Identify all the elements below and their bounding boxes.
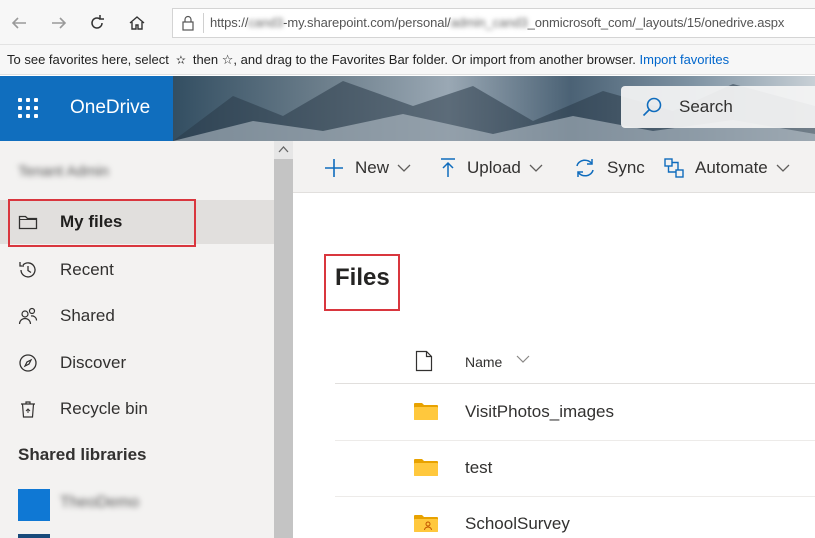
upload-icon [441, 158, 455, 177]
chevron-down-icon [529, 164, 543, 172]
chevron-down-icon [776, 164, 790, 172]
favorites-bar: To see favorites here, select ✫ then ☆, … [0, 45, 815, 75]
browser-toolbar: https://cand3-my.sharepoint.com/personal… [0, 0, 815, 45]
library-avatar[interactable] [18, 489, 50, 521]
sidebar-scrollbar[interactable] [274, 141, 293, 538]
brand-area: OneDrive [0, 76, 173, 141]
file-name[interactable]: test [465, 458, 492, 478]
search-icon [642, 97, 662, 117]
favorites-star-icon: ✫ [172, 53, 190, 67]
nav-item-label: Recycle bin [60, 399, 148, 418]
new-label: New [355, 158, 390, 177]
chevron-down-icon[interactable] [516, 355, 530, 364]
library-name[interactable]: TheoDemo [60, 494, 139, 512]
nav-item-label: Shared [60, 306, 115, 325]
file-row[interactable]: test [335, 441, 815, 497]
scroll-up-arrow-icon[interactable] [278, 145, 289, 153]
app-launcher-icon[interactable] [18, 98, 38, 118]
home-icon [129, 16, 145, 30]
file-name[interactable]: SchoolSurvey [465, 514, 570, 534]
tenant-name: Tenant Admin [18, 163, 109, 180]
sync-label: Sync [607, 158, 645, 177]
plus-icon [325, 159, 343, 177]
clock-history-icon [19, 262, 36, 278]
automate-button[interactable]: Automate [663, 155, 790, 181]
automate-icon [664, 158, 684, 178]
column-header-name[interactable]: Name [465, 354, 502, 370]
new-button[interactable]: New [323, 155, 411, 181]
file-type-icon[interactable] [415, 350, 433, 372]
recycle-bin-icon [21, 401, 35, 418]
folder-icon [414, 459, 438, 476]
refresh-button[interactable] [84, 10, 110, 36]
shared-folder-icon [414, 515, 438, 532]
sync-icon [576, 159, 594, 177]
shared-libraries-title: Shared libraries [18, 445, 147, 464]
annotation-box-files-title [324, 254, 400, 311]
sync-button[interactable]: Sync [573, 155, 645, 181]
chevron-down-icon [397, 164, 411, 172]
command-bar: New Upload Sync Automate [293, 141, 815, 193]
url-text: https://cand3-my.sharepoint.com/personal… [210, 15, 785, 30]
search-box[interactable]: Search [621, 86, 815, 128]
search-placeholder: Search [679, 97, 733, 116]
refresh-icon [91, 15, 104, 29]
arrow-left-icon [11, 17, 26, 29]
address-divider [203, 13, 204, 33]
back-button[interactable] [6, 10, 32, 36]
people-icon [18, 307, 38, 325]
favorites-hint-text-2: then ☆, and drag to the Favorites Bar fo… [192, 52, 636, 67]
file-row[interactable]: VisitPhotos_images [335, 385, 815, 441]
app-name[interactable]: OneDrive [70, 97, 150, 119]
upload-label: Upload [467, 158, 521, 177]
annotation-box-my-files [8, 199, 196, 247]
automate-label: Automate [695, 158, 768, 177]
compass-icon [19, 354, 37, 372]
import-favorites-link[interactable]: Import favorites [640, 52, 730, 67]
forward-button[interactable] [46, 10, 72, 36]
file-name[interactable]: VisitPhotos_images [465, 402, 614, 422]
favorites-hint-text: To see favorites here, select [7, 52, 169, 67]
lock-icon [182, 15, 194, 31]
file-row[interactable]: SchoolSurvey [335, 497, 815, 538]
nav-item-recycle-bin[interactable]: Recycle bin [0, 387, 274, 431]
home-button[interactable] [124, 10, 150, 36]
nav-item-label: Recent [60, 260, 114, 279]
address-bar[interactable]: https://cand3-my.sharepoint.com/personal… [172, 8, 815, 38]
file-list-header: Name [335, 340, 815, 384]
app-header: OneDrive Search [0, 76, 815, 141]
arrow-right-icon [52, 17, 67, 29]
scrollbar-thumb[interactable] [274, 159, 293, 538]
upload-button[interactable]: Upload [439, 155, 543, 181]
nav-item-discover[interactable]: Discover [0, 341, 274, 385]
folder-icon [414, 403, 438, 420]
nav-item-shared[interactable]: Shared [0, 294, 274, 338]
nav-item-recent[interactable]: Recent [0, 248, 274, 292]
nav-item-label: Discover [60, 353, 127, 372]
library-avatar-partial[interactable] [18, 534, 50, 538]
